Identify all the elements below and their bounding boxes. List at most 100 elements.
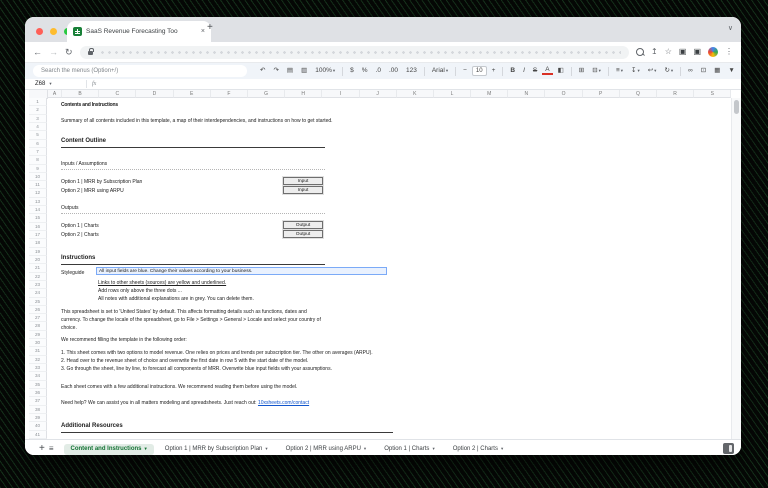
paint-format-icon[interactable]: ▥	[298, 67, 310, 75]
dropdown-caret-icon: ▾	[598, 67, 601, 73]
input-button-option2[interactable]: Input	[283, 186, 323, 194]
more-formats-icon[interactable]: 123	[403, 67, 420, 75]
redo-icon[interactable]: ↷	[270, 67, 281, 75]
new-tab-button[interactable]: +	[207, 23, 213, 33]
profile-avatar[interactable]	[708, 47, 718, 57]
decrease-decimal-icon[interactable]: .0	[373, 67, 384, 75]
text-rotation-icon[interactable]: ↻▾	[661, 67, 676, 75]
label-inputs-assumptions: Inputs / Assumptions	[61, 161, 325, 170]
all-sheets-icon[interactable]: ≡	[49, 445, 54, 453]
side-panel-icon[interactable]: ▣	[693, 48, 701, 56]
toolbar-separator	[455, 66, 457, 76]
output-button-option1[interactable]: Output	[283, 221, 323, 229]
sheet-tab-option-2-charts[interactable]: Option 2 | Charts ▾	[446, 444, 511, 455]
extensions-icon[interactable]: ▣	[679, 48, 687, 56]
filter-icon[interactable]: ▼	[725, 67, 737, 75]
column-header-O[interactable]: O	[545, 90, 583, 98]
text-color-icon[interactable]: A	[542, 66, 553, 76]
column-header-A[interactable]: A	[48, 90, 62, 98]
borders-icon[interactable]: ⊞	[576, 67, 587, 75]
vertical-align-icon[interactable]: ↧▾	[628, 67, 643, 75]
minimize-window-button[interactable]	[50, 28, 57, 35]
font-select[interactable]: Arial▾	[429, 67, 451, 75]
column-header-J[interactable]: J	[359, 90, 397, 98]
column-header-L[interactable]: L	[433, 90, 472, 98]
close-tab-icon[interactable]: ×	[201, 28, 205, 35]
fill-color-icon[interactable]: ◧	[555, 67, 567, 75]
column-header-M[interactable]: M	[471, 90, 509, 98]
reload-icon[interactable]: ↻	[65, 47, 73, 57]
browser-menu-icon[interactable]: ⋮	[725, 48, 733, 56]
column-header-H[interactable]: H	[285, 90, 323, 98]
column-header-Q[interactable]: Q	[619, 90, 657, 98]
horizontal-align-icon[interactable]: ≡▾	[613, 67, 626, 75]
increase-decimal-icon[interactable]: .00	[386, 67, 401, 75]
search-icon[interactable]	[636, 48, 644, 56]
browser-tab[interactable]: SaaS Revenue Forecasting Too ×	[67, 21, 211, 42]
window-controls	[36, 28, 71, 35]
sheet-tab-option-2-mrr-using-arpu[interactable]: Option 2 | MRR using ARPU ▾	[279, 444, 374, 455]
label-outputs: Outputs	[61, 205, 325, 214]
sheet-tab-menu-icon[interactable]: ▾	[432, 446, 434, 452]
styleguide-yellow-link[interactable]: Links to other sheets (sources) are yell…	[98, 280, 226, 286]
share-icon[interactable]: ↥	[651, 48, 658, 56]
font-size-increase[interactable]: +	[489, 67, 499, 75]
format-currency-icon[interactable]: $	[347, 67, 357, 75]
column-header-B[interactable]: B	[62, 90, 100, 98]
name-box[interactable]: Z68 ▾	[25, 81, 81, 87]
sheet-tab-menu-icon[interactable]: ▾	[145, 446, 147, 452]
output-button-option2[interactable]: Output	[283, 230, 323, 238]
lock-icon[interactable]	[87, 48, 94, 55]
vertical-scrollbar[interactable]	[731, 98, 741, 439]
functions-icon[interactable]: Σ	[740, 68, 741, 75]
forward-icon[interactable]: →	[49, 47, 58, 57]
menu-search-input[interactable]: Search the menus (Option+/)	[33, 65, 247, 77]
side-panel-toggle-button[interactable]	[723, 443, 734, 454]
column-header-P[interactable]: P	[582, 90, 620, 98]
column-header-I[interactable]: I	[322, 90, 360, 98]
sheet-tab-content-and-instructions[interactable]: Content and Instructions ▾	[63, 443, 154, 455]
divider	[86, 80, 87, 88]
merge-cells-icon[interactable]: ⊟▾	[589, 67, 604, 75]
sheet-tab-option-1-mrr-by-subscription-plan[interactable]: Option 1 | MRR by Subscription Plan ▾	[158, 444, 275, 455]
insert-comment-icon[interactable]: ⊡	[698, 67, 709, 75]
strikethrough-icon[interactable]: S	[530, 67, 540, 75]
column-header-N[interactable]: N	[508, 90, 546, 98]
url-field[interactable]	[79, 45, 629, 59]
sheet-tab-list: Content and Instructions ▾ Option 1 | MRR …	[63, 443, 511, 455]
contact-link[interactable]: 10xsheets.com/contact	[258, 400, 309, 406]
undo-icon[interactable]: ↶	[257, 67, 268, 75]
sheet-tab-menu-icon[interactable]: ▾	[265, 446, 267, 452]
back-icon[interactable]: ←	[33, 47, 42, 57]
print-icon[interactable]: ▤	[284, 67, 296, 75]
sheet-tab-label: Option 1 | Charts	[384, 446, 430, 452]
insert-chart-icon[interactable]: ▦	[711, 67, 723, 75]
font-size-decrease[interactable]: −	[460, 67, 470, 75]
bookmark-star-icon[interactable]: ☆	[665, 48, 672, 56]
input-button-option1[interactable]: Input	[283, 177, 323, 185]
zoom-select[interactable]: 100%▾	[312, 67, 338, 75]
format-percent-icon[interactable]: %	[359, 67, 371, 75]
sheet-tab-menu-icon[interactable]: ▾	[501, 446, 503, 452]
insert-link-icon[interactable]: ∞	[685, 67, 696, 75]
column-header-S[interactable]: S	[694, 90, 732, 98]
italic-icon[interactable]: I	[520, 67, 528, 75]
add-sheet-button[interactable]: +	[39, 444, 45, 454]
column-header-E[interactable]: E	[173, 90, 211, 98]
sheet-tab-option-1-charts[interactable]: Option 1 | Charts ▾	[377, 444, 442, 455]
font-size-value[interactable]: 10	[471, 66, 487, 76]
tab-search-chevron-icon[interactable]: ∨	[728, 24, 733, 32]
sheet-tab-menu-icon[interactable]: ▾	[364, 446, 366, 452]
column-header-F[interactable]: F	[210, 90, 248, 98]
text-wrap-icon[interactable]: ↩▾	[645, 67, 660, 75]
column-header-R[interactable]: R	[657, 90, 695, 98]
column-header-G[interactable]: G	[247, 90, 286, 98]
column-header-D[interactable]: D	[136, 90, 174, 98]
vertical-scrollbar-thumb[interactable]	[734, 100, 739, 114]
close-window-button[interactable]	[36, 28, 43, 35]
sheet-canvas[interactable]: Contents and Instructions Summary of all…	[25, 98, 732, 439]
bold-icon[interactable]: B	[507, 67, 518, 75]
column-header-K[interactable]: K	[396, 90, 434, 98]
name-box-caret-icon[interactable]: ▾	[49, 81, 51, 87]
column-header-C[interactable]: C	[99, 90, 137, 98]
